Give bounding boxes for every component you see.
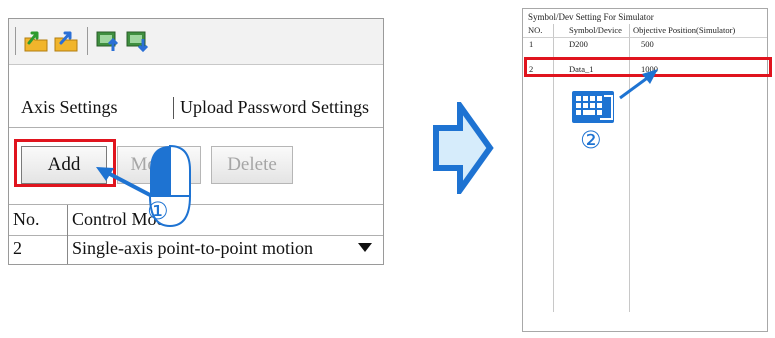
symbol-cell[interactable]: D200	[569, 39, 588, 49]
table-row[interactable]: 2 Single-axis point-to-point motion	[9, 234, 383, 264]
table-header: NO. Symbol/Device Objective Position(Sim…	[523, 24, 767, 38]
column-header-no: NO.	[528, 25, 543, 35]
upload-to-device-icon[interactable]	[95, 29, 121, 53]
toolbar	[9, 19, 383, 65]
row-number: 2	[13, 238, 22, 258]
step-2-badge: ②	[580, 126, 602, 154]
delete-button[interactable]: Delete	[211, 146, 293, 184]
toolbar-separator	[15, 27, 16, 55]
control-mode-dropdown[interactable]: Single-axis point-to-point motion	[72, 238, 313, 259]
tab-divider	[173, 97, 174, 119]
tab-axis-settings[interactable]: Axis Settings	[21, 97, 118, 118]
column-divider	[67, 234, 68, 264]
export-program-icon[interactable]	[53, 29, 79, 53]
column-divider	[67, 205, 68, 235]
column-header-symbol-device: Symbol/Device	[569, 25, 622, 35]
row-number: 1	[529, 39, 534, 49]
download-to-pc-icon[interactable]	[125, 29, 151, 53]
row-highlight	[524, 57, 772, 77]
import-program-icon[interactable]	[23, 29, 49, 53]
settings-tabs: Axis Settings Upload Password Settings	[9, 87, 383, 128]
position-cell[interactable]: 500	[641, 39, 654, 49]
tab-upload-password-settings[interactable]: Upload Password Settings	[180, 97, 369, 118]
step-1-badge: ①	[147, 197, 169, 225]
add-button-highlight	[14, 139, 116, 187]
table-row[interactable]: 1 D200 500	[523, 38, 767, 51]
toolbar-separator	[87, 27, 88, 55]
table-header: No. Control Mode	[9, 204, 383, 236]
column-header-no: No.	[13, 209, 40, 229]
arrow-right-icon	[432, 96, 494, 200]
modify-button[interactable]: Modify	[117, 146, 201, 184]
column-header-objective-position: Objective Position(Simulator)	[633, 25, 736, 35]
panel-title: Symbol/Dev Setting For Simulator	[528, 12, 654, 22]
chevron-down-icon[interactable]	[358, 243, 372, 252]
